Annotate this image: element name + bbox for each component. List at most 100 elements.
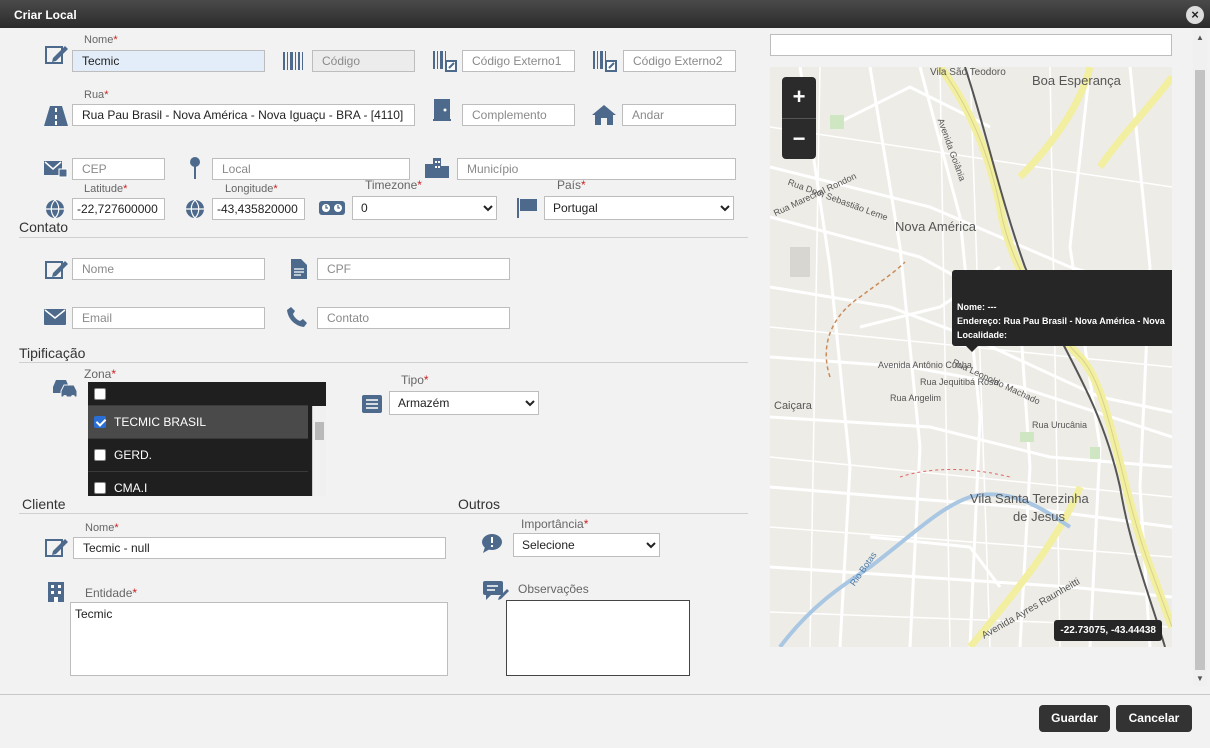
latitude-label: Latitude* — [84, 183, 128, 195]
longitude-input[interactable] — [212, 198, 305, 220]
globe-icon — [44, 198, 66, 220]
contato-input[interactable] — [317, 307, 510, 329]
andar-input[interactable] — [622, 104, 736, 126]
observacoes-label: Observações — [518, 582, 589, 596]
codigo-externo1-input[interactable] — [462, 50, 575, 72]
cancelar-button[interactable]: Cancelar — [1116, 705, 1192, 732]
rua-input[interactable] — [72, 104, 415, 126]
mailbox-icon — [43, 156, 69, 180]
popup-localidade: Localidade: — [957, 330, 1008, 340]
globe-icon-2 — [184, 198, 206, 220]
zona-option-checkbox[interactable] — [94, 416, 106, 428]
flag-icon — [516, 197, 538, 219]
zona-option-checkbox[interactable] — [94, 449, 106, 461]
map-search-input[interactable] — [770, 34, 1172, 56]
tipo-label: Tipo* — [401, 373, 429, 387]
edit-signature-icon — [44, 41, 70, 67]
tipificacao-divider — [19, 362, 748, 363]
map-view[interactable]: Vila São Teodoro Boa Esperança Nova Amér… — [770, 67, 1172, 647]
map-location-popup: Nome: --- Endereço: Rua Pau Brasil - Nov… — [952, 270, 1172, 352]
door-icon — [431, 98, 453, 122]
edit-signature-icon-2 — [44, 257, 70, 281]
zona-option-label: GERD. — [114, 448, 153, 462]
list-icon — [361, 394, 383, 414]
map-label: Nova América — [895, 219, 976, 234]
zona-label: Zona* — [84, 367, 117, 381]
map-coordinates: -22.73075, -43.44438 — [1054, 620, 1162, 641]
dialog-scroll-thumb[interactable] — [1195, 70, 1205, 670]
zona-option-0[interactable]: TECMIC BRASIL — [88, 406, 308, 439]
municipio-input[interactable] — [457, 158, 736, 180]
tipo-select[interactable]: Armazém — [389, 391, 539, 415]
scroll-down-icon[interactable]: ▼ — [1196, 674, 1204, 683]
map-zoom-control: + − — [782, 77, 816, 159]
zona-scroll-thumb[interactable] — [315, 422, 324, 440]
email-input[interactable] — [72, 307, 265, 329]
zona-option-1[interactable]: GERD. — [88, 439, 308, 472]
cliente-nome-input[interactable] — [73, 537, 446, 559]
zona-option-2[interactable]: CMA.I — [88, 472, 308, 496]
map-label: Rua Jequitibá Rosa — [920, 377, 999, 387]
outros-section-title: Outros — [458, 496, 501, 512]
nome-input[interactable] — [72, 50, 265, 72]
map-label: Rua Angelim — [890, 393, 942, 403]
pais-select[interactable]: Portugal — [544, 196, 734, 220]
map-label: Vila Santa Terezinha — [970, 491, 1089, 506]
zoom-out-button[interactable]: − — [782, 118, 816, 159]
document-icon — [290, 257, 308, 281]
exclamation-bubble-icon — [480, 532, 504, 554]
select-all-checkbox[interactable] — [94, 387, 106, 400]
map-label: Vila São Teodoro — [930, 67, 1006, 78]
barcode-external2-icon — [592, 50, 618, 74]
zona-scrollbar[interactable] — [312, 406, 326, 496]
timezone-select[interactable]: 0 — [352, 196, 497, 220]
pais-label: País* — [557, 178, 586, 192]
guardar-button[interactable]: Guardar — [1039, 705, 1110, 732]
complemento-input[interactable] — [462, 104, 575, 126]
phone-icon — [286, 306, 308, 328]
cliente-section-title: Cliente — [22, 496, 66, 512]
scroll-up-icon[interactable]: ▲ — [1196, 33, 1204, 42]
cep-input[interactable] — [72, 158, 165, 180]
city-icon — [424, 156, 450, 180]
cpf-input[interactable] — [317, 258, 510, 280]
codigo-externo2-input[interactable] — [623, 50, 736, 72]
entidade-label: Entidade* — [85, 586, 138, 600]
road-icon — [43, 104, 69, 128]
outros-divider — [455, 513, 748, 514]
popup-arrow — [966, 346, 978, 352]
importancia-label: Importância* — [521, 517, 589, 531]
longitude-label: Longitude* — [225, 183, 278, 195]
timezone-label: Timezone* — [365, 178, 422, 192]
envelope-icon — [43, 307, 67, 327]
contato-nome-input[interactable] — [72, 258, 265, 280]
map-label: Rua Urucânia — [1032, 420, 1088, 430]
zona-multiselect[interactable]: TECMIC BRASIL GERD. CMA.I — [88, 382, 326, 496]
codigo-input[interactable] — [312, 50, 415, 72]
map-label: de Jesus — [1013, 509, 1066, 524]
importancia-select[interactable]: Selecione — [513, 533, 660, 557]
dialog-titlebar: Criar Local × — [0, 0, 1210, 28]
contato-divider — [19, 237, 748, 238]
rua-label: Rua* — [84, 89, 109, 101]
latitude-input[interactable] — [72, 198, 165, 220]
observacoes-textarea[interactable] — [506, 600, 690, 676]
local-input[interactable] — [212, 158, 410, 180]
cliente-nome-label: Nome* — [85, 522, 119, 534]
cars-icon — [50, 376, 80, 400]
dialog-scrollbar[interactable]: ▲ ▼ — [1193, 30, 1207, 686]
barcode-external-icon — [432, 50, 458, 74]
zoom-in-button[interactable]: + — [782, 77, 816, 118]
nome-label: Nome* — [84, 34, 118, 46]
edit-signature-icon-3 — [44, 535, 70, 559]
entidade-textarea[interactable]: Tecmic — [70, 602, 448, 676]
cliente-divider — [19, 513, 455, 514]
zona-select-all[interactable] — [88, 382, 308, 406]
barcode-icon — [282, 50, 304, 72]
close-icon[interactable]: × — [1186, 6, 1204, 24]
timezone-icon — [318, 198, 346, 218]
zona-option-checkbox[interactable] — [94, 482, 106, 494]
comment-edit-icon — [482, 580, 510, 602]
dialog-footer — [0, 694, 1210, 748]
map-tiles — [770, 67, 1172, 647]
